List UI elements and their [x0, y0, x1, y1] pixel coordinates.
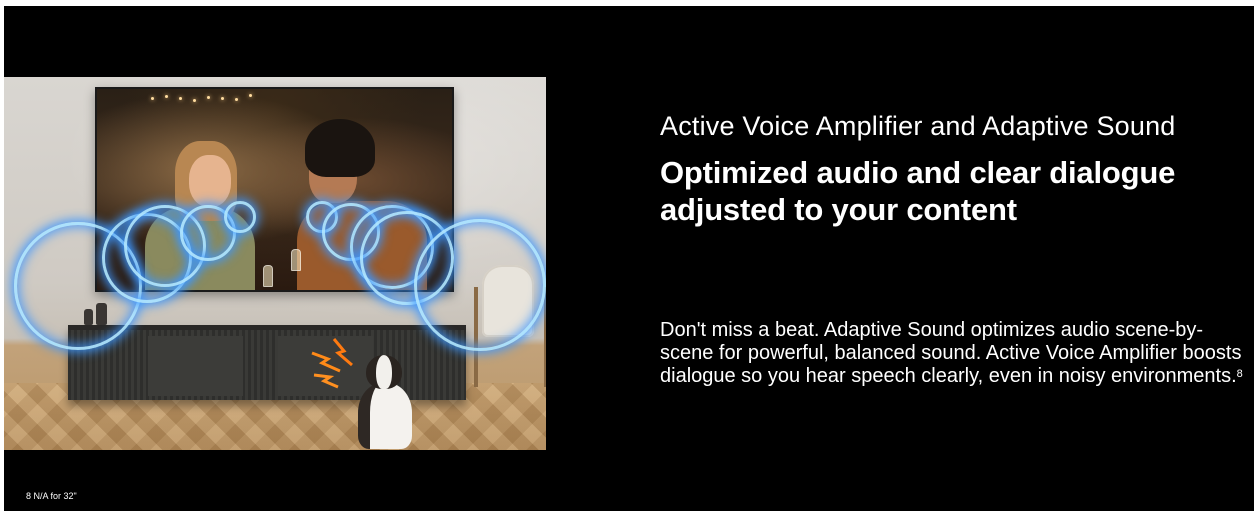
living-room-image	[4, 77, 546, 450]
man-hair	[305, 119, 375, 177]
wine-glass	[263, 265, 273, 287]
string-lights	[147, 91, 267, 105]
dog-icon	[352, 355, 418, 449]
feature-description-text: Don't miss a beat. Adaptive Sound optimi…	[660, 319, 1242, 387]
feature-banner: Active Voice Amplifier and Adaptive Soun…	[4, 6, 1254, 511]
console-door	[148, 336, 243, 396]
feature-subtitle: Active Voice Amplifier and Adaptive Soun…	[660, 111, 1176, 141]
wine-glass	[291, 249, 301, 271]
dog-head	[366, 355, 402, 389]
footnote-marker: 8	[1236, 368, 1243, 380]
feature-description: Don't miss a beat. Adaptive Sound optimi…	[660, 319, 1250, 388]
dog-body	[358, 383, 412, 449]
feature-headline: Optimized audio and clear dialogue adjus…	[660, 155, 1176, 227]
woman-face	[189, 155, 231, 207]
sound-wave-icon	[414, 219, 546, 351]
footnote: 8 N/A for 32"	[26, 491, 77, 501]
sound-wave-icon	[224, 201, 256, 233]
